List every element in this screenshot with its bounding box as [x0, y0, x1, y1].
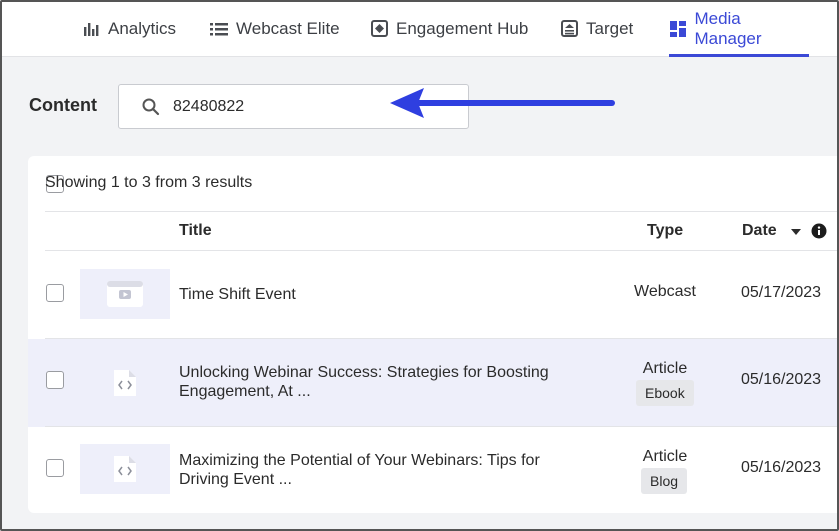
tab-engagement-hub[interactable]: Engagement Hub — [370, 0, 528, 57]
bar-chart-icon — [82, 20, 100, 38]
search-input[interactable] — [173, 95, 403, 119]
row-title[interactable]: Maximizing the Potential of Your Webinar… — [179, 451, 599, 489]
column-header-type[interactable]: Type — [647, 222, 683, 240]
column-header-date[interactable]: Date — [742, 222, 777, 240]
content-label: Content — [29, 95, 97, 115]
results-count: Showing 1 to 3 from 3 results — [45, 174, 253, 191]
tab-label: Webcast Elite — [236, 18, 340, 38]
divider — [45, 426, 839, 427]
video-icon — [107, 281, 143, 307]
tab-label: Target — [586, 18, 634, 38]
tab-analytics[interactable]: Analytics — [82, 0, 176, 57]
row-title[interactable]: Unlocking Webinar Success: Strategies fo… — [179, 363, 599, 401]
info-icon[interactable] — [811, 223, 827, 239]
target-icon — [560, 20, 578, 38]
column-header-title[interactable]: Title — [179, 222, 212, 240]
row-thumbnail — [80, 358, 170, 408]
row-tag: Ebook — [636, 380, 694, 406]
row-date: 05/17/2023 — [741, 284, 822, 301]
row-thumbnail — [80, 269, 170, 319]
row-title[interactable]: Time Shift Event — [179, 285, 599, 304]
row-type: Article — [642, 448, 688, 465]
tab-label: Engagement Hub — [396, 18, 529, 38]
row-date: 05/16/2023 — [741, 371, 822, 388]
hub-icon — [370, 20, 388, 38]
sort-descending-icon[interactable] — [791, 229, 801, 235]
tab-label: Media Manager — [694, 8, 762, 48]
annotation-arrow — [390, 88, 615, 118]
row-type: Webcast — [634, 283, 696, 300]
code-file-icon — [114, 370, 136, 396]
code-file-icon — [114, 456, 136, 482]
list-icon — [210, 20, 228, 38]
dashboard-icon — [669, 20, 686, 38]
tab-label: Analytics — [108, 18, 177, 38]
tab-webcast-elite[interactable]: Webcast Elite — [210, 0, 340, 57]
row-date: 05/16/2023 — [741, 459, 822, 476]
divider — [45, 211, 839, 212]
top-nav: Analytics Webcast Elite Engagement Hub T… — [0, 0, 839, 57]
row-tag: Blog — [641, 468, 688, 494]
row-checkbox[interactable] — [46, 371, 64, 389]
row-checkbox[interactable] — [46, 459, 64, 477]
row-thumbnail — [80, 444, 170, 494]
divider — [45, 250, 839, 251]
row-checkbox[interactable] — [46, 284, 64, 302]
search-icon — [141, 97, 161, 117]
tab-target[interactable]: Target — [560, 0, 633, 57]
tab-media-manager[interactable]: Media Manager — [669, 0, 809, 57]
row-type: Article — [642, 360, 688, 377]
